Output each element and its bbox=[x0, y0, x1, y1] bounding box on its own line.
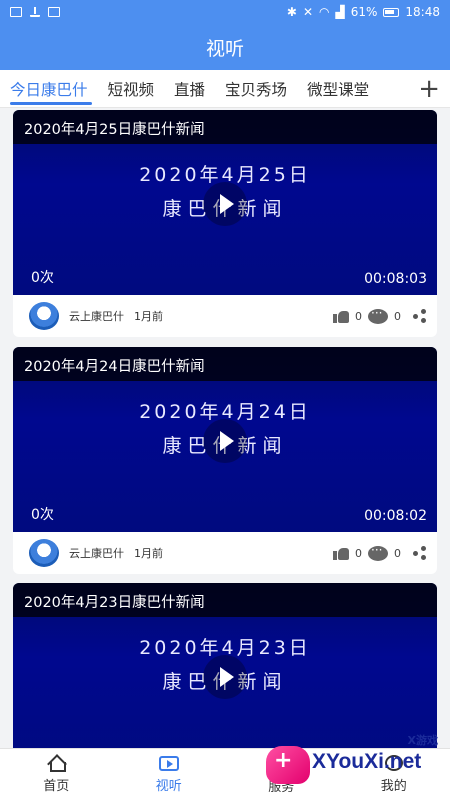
time-ago: 1月前 bbox=[134, 547, 163, 560]
video-title: 2020年4月24日康巴什新闻 bbox=[13, 347, 437, 381]
video-card[interactable]: 2020年4月25日康巴什新闻 2020年4月25日 康巴什新闻 0次 00:0… bbox=[13, 110, 437, 337]
comment-count: 0 bbox=[394, 309, 401, 323]
share-icon[interactable] bbox=[413, 546, 427, 560]
watermark: X游戏 XYouXi.net bbox=[266, 732, 444, 792]
watermark-small-text: X游戏 bbox=[407, 734, 438, 747]
video-duration: 00:08:03 bbox=[364, 271, 427, 287]
category-tabs: 今日康巴什 短视频 直播 宝贝秀场 微型课堂 + bbox=[0, 70, 450, 108]
signal-icon: ▟ bbox=[335, 5, 345, 19]
tab-short-video[interactable]: 短视频 bbox=[98, 70, 165, 108]
page-title: 视听 bbox=[205, 37, 244, 60]
nav-media-label: 视听 bbox=[155, 778, 182, 794]
like-count: 0 bbox=[355, 546, 362, 560]
play-icon[interactable] bbox=[203, 182, 247, 226]
home-icon bbox=[47, 755, 67, 772]
nav-home[interactable]: 首页 bbox=[0, 749, 113, 800]
mute-icon: ✕ bbox=[302, 5, 314, 19]
tab-micro-class[interactable]: 微型课堂 bbox=[297, 70, 379, 108]
video-title: 2020年4月23日康巴什新闻 bbox=[13, 583, 437, 617]
view-count: 0次 bbox=[31, 507, 54, 523]
title-bar: 视听 bbox=[0, 24, 450, 70]
tab-live[interactable]: 直播 bbox=[164, 70, 215, 108]
activity-icon bbox=[48, 7, 60, 17]
nav-media[interactable]: 视听 bbox=[113, 749, 226, 800]
add-tab-icon[interactable]: + bbox=[418, 76, 440, 102]
play-icon[interactable] bbox=[203, 655, 247, 699]
video-player[interactable]: 2020年4月25日康巴什新闻 2020年4月25日 康巴什新闻 0次 00:0… bbox=[13, 110, 437, 295]
video-meta: 云上康巴什 1月前 0 0 bbox=[13, 295, 437, 337]
tab-today-kangbashi[interactable]: 今日康巴什 bbox=[0, 70, 98, 108]
bluetooth-icon: ✱ bbox=[286, 5, 297, 19]
source-name[interactable]: 云上康巴什 bbox=[69, 545, 124, 561]
gamepad-logo-icon bbox=[266, 746, 310, 784]
avatar[interactable] bbox=[29, 302, 59, 330]
video-duration: 00:08:02 bbox=[364, 508, 427, 524]
like-icon[interactable] bbox=[333, 309, 349, 323]
tab-baby-show[interactable]: 宝贝秀场 bbox=[215, 70, 297, 108]
comment-icon[interactable] bbox=[368, 306, 388, 324]
battery-icon bbox=[383, 7, 400, 17]
status-bar: ✱ ✕ ◠ ▟ 61% 18:48 bbox=[0, 0, 450, 24]
tv-icon bbox=[158, 755, 179, 771]
nav-home-label: 首页 bbox=[43, 779, 70, 794]
video-player[interactable]: 2020年4月24日康巴什新闻 2020年4月24日 康巴什新闻 0次 00:0… bbox=[13, 347, 437, 532]
like-count: 0 bbox=[355, 309, 362, 323]
share-icon[interactable] bbox=[413, 309, 427, 323]
like-icon[interactable] bbox=[333, 546, 349, 560]
video-feed[interactable]: 2020年4月25日康巴什新闻 2020年4月25日 康巴什新闻 0次 00:0… bbox=[0, 110, 450, 748]
video-player[interactable]: 2020年4月23日康巴什新闻 2020年4月23日 康巴什新闻 bbox=[13, 583, 437, 748]
source-name[interactable]: 云上康巴什 bbox=[69, 308, 124, 324]
image-icon bbox=[10, 7, 22, 17]
video-card[interactable]: 2020年4月24日康巴什新闻 2020年4月24日 康巴什新闻 0次 00:0… bbox=[13, 347, 437, 574]
wifi-icon: ◠ bbox=[319, 5, 330, 19]
clock: 18:48 bbox=[405, 5, 440, 19]
video-title: 2020年4月25日康巴什新闻 bbox=[13, 110, 437, 144]
watermark-text: XYouXi.net bbox=[312, 750, 422, 773]
avatar[interactable] bbox=[29, 539, 59, 567]
download-icon bbox=[30, 7, 40, 17]
video-card[interactable]: 2020年4月23日康巴什新闻 2020年4月23日 康巴什新闻 bbox=[13, 583, 437, 748]
play-icon[interactable] bbox=[203, 419, 247, 463]
time-ago: 1月前 bbox=[134, 310, 163, 323]
comment-icon[interactable] bbox=[368, 543, 388, 561]
view-count: 0次 bbox=[31, 270, 54, 286]
comment-count: 0 bbox=[394, 546, 401, 560]
video-meta: 云上康巴什 1月前 0 0 bbox=[13, 532, 437, 574]
battery-percent: 61% bbox=[350, 5, 378, 19]
